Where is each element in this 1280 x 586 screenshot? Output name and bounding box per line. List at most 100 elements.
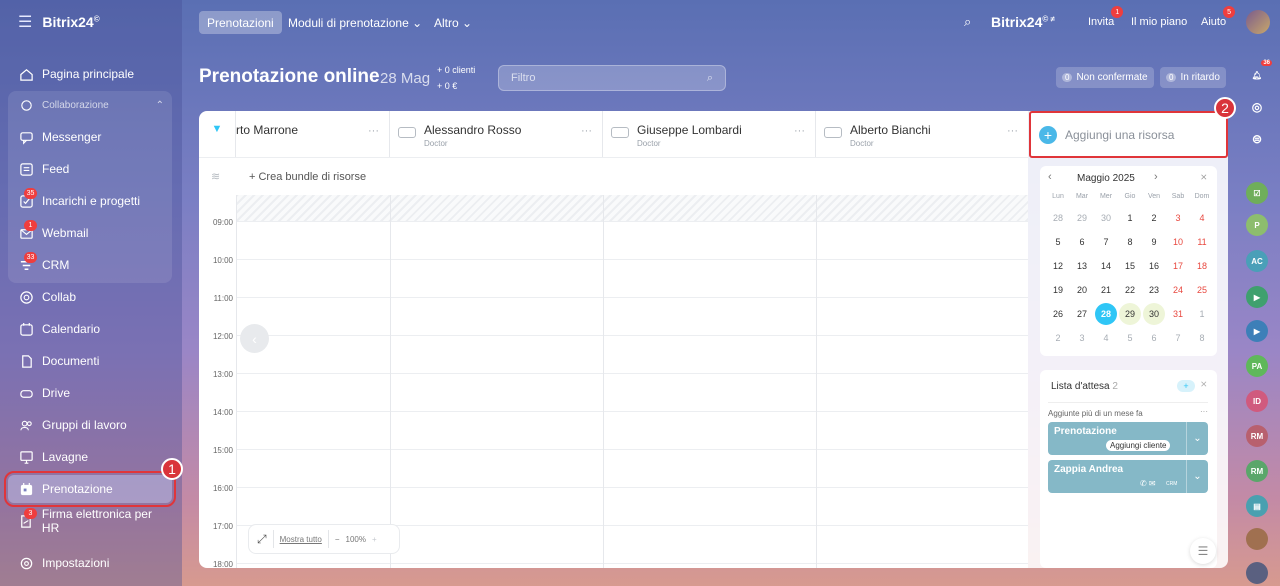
prev-month-button[interactable]: ‹ (1048, 171, 1052, 183)
calendar-day[interactable]: 5 (1119, 327, 1141, 349)
calendar-day[interactable]: 4 (1191, 207, 1213, 229)
logo[interactable]: ☰ Bitrix24© (18, 12, 100, 32)
calendar-day[interactable]: 25 (1191, 279, 1213, 301)
add-resource-button[interactable]: + Aggiungi una risorsa (1029, 111, 1228, 158)
more-icon[interactable]: ··· (368, 125, 379, 137)
more-icon[interactable]: ··· (1200, 407, 1208, 416)
bell-icon[interactable]: 🔔︎ 36 (1246, 60, 1272, 86)
calendar-day[interactable]: 23 (1143, 279, 1165, 301)
sidebar-item-messenger[interactable]: Messenger (8, 123, 172, 151)
chevron-down-icon[interactable]: ⌄ (1186, 460, 1208, 493)
calendar-day[interactable]: 11 (1191, 231, 1213, 253)
calendar-day[interactable]: 2 (1143, 207, 1165, 229)
sidebar-item-firma-elettronica-per-hr[interactable]: 3 Firma elettronica per HR (8, 507, 172, 535)
avatar[interactable] (1246, 562, 1268, 584)
calendar-day[interactable]: 12 (1047, 255, 1069, 277)
calendar-day[interactable]: 20 (1071, 279, 1093, 301)
more-icon[interactable]: ··· (581, 125, 592, 137)
video-icon[interactable]: ▶ (1246, 320, 1268, 342)
expand-icon[interactable]: ⤢ (257, 532, 267, 547)
calendar-day[interactable]: 8 (1119, 231, 1141, 253)
calendar-day[interactable]: 28 (1095, 303, 1117, 325)
avatar[interactable]: P (1246, 214, 1268, 236)
tab-prenotazioni[interactable]: Prenotazioni (199, 11, 282, 34)
calendar-day[interactable]: 31 (1167, 303, 1189, 325)
calendar-day[interactable]: 19 (1047, 279, 1069, 301)
show-all-button[interactable]: Mostra tutto (280, 535, 322, 544)
tab-altro[interactable]: Altro ⌄ (426, 11, 480, 34)
sidebar-item-documenti[interactable]: Documenti (8, 347, 172, 375)
sidebar-item-drive[interactable]: Drive (8, 379, 172, 407)
create-bundle-button[interactable]: + Crea bundle di risorse (249, 171, 366, 183)
sidebar-item-webmail[interactable]: 1 Webmail (8, 219, 172, 247)
calendar-day[interactable]: 16 (1143, 255, 1165, 277)
avatar[interactable]: AC (1246, 250, 1268, 272)
crm-link[interactable]: CRM (1166, 481, 1177, 487)
avatar[interactable]: RM (1246, 425, 1268, 447)
chevron-down-icon[interactable]: ⌄ (1186, 422, 1208, 455)
phone-icon[interactable]: ✆ ✉ (1140, 479, 1156, 488)
calendar-day[interactable]: 5 (1047, 231, 1069, 253)
calendar-day[interactable]: 14 (1095, 255, 1117, 277)
calendar-day[interactable]: 15 (1119, 255, 1141, 277)
calendar-day[interactable]: 29 (1071, 207, 1093, 229)
prev-arrow-button[interactable]: ‹ (240, 324, 269, 353)
resource-column[interactable]: Giuseppe Lombardi Doctor ··· (603, 111, 816, 157)
filter-input[interactable]: Filtro ⌕ (498, 65, 726, 91)
invite-button[interactable]: Invita 1 (1082, 6, 1124, 33)
calendar-day[interactable]: 1 (1119, 207, 1141, 229)
calendar-day[interactable]: 29 (1119, 303, 1141, 325)
menu-icon[interactable]: ☰ (18, 12, 32, 32)
calendar-day[interactable]: 9 (1143, 231, 1165, 253)
chevron-up-icon[interactable]: ⌃ (156, 100, 164, 111)
calendar-day[interactable]: 7 (1095, 231, 1117, 253)
sidebar-item-lavagne[interactable]: Lavagne (8, 443, 172, 471)
calendar-day[interactable]: 27 (1071, 303, 1093, 325)
calendar-day[interactable]: 13 (1071, 255, 1093, 277)
chat-icon[interactable]: ⊜ (1246, 128, 1268, 150)
waitlist-card[interactable]: Prenotazione Aggiungi cliente ⌄ (1048, 422, 1208, 455)
avatar[interactable]: PA (1246, 355, 1268, 377)
waitlist-card[interactable]: Zappia Andrea ✆ ✉ CRM ⌄ (1048, 460, 1208, 493)
avatar[interactable] (1246, 528, 1268, 550)
sidebar-item-collaborazione[interactable]: Collaborazione ⌃ (8, 91, 172, 119)
list-menu-icon[interactable]: ☰ (1190, 538, 1216, 564)
sidebar-item-crm[interactable]: 33 CRM (8, 251, 172, 279)
chat-icon[interactable]: ▤ (1246, 495, 1268, 517)
collapse-icon[interactable]: ⨯ (1200, 379, 1208, 390)
calendar-day[interactable]: 2 (1047, 327, 1069, 349)
add-client-button[interactable]: Aggiungi cliente (1106, 440, 1171, 451)
add-waitlist-button[interactable]: + (1177, 380, 1195, 392)
funnel-icon[interactable]: ▼ (212, 123, 223, 135)
calendar-day[interactable]: 3 (1167, 207, 1189, 229)
calendar-day[interactable]: 24 (1167, 279, 1189, 301)
calendar-day[interactable]: 6 (1071, 231, 1093, 253)
calendar-day[interactable]: 18 (1191, 255, 1213, 277)
avatar[interactable]: ID (1246, 390, 1268, 412)
zoom-in-button[interactable]: + (372, 535, 377, 544)
calendar-day[interactable]: 28 (1047, 207, 1069, 229)
calendar-day[interactable]: 30 (1095, 207, 1117, 229)
late-button[interactable]: 0 In ritardo (1160, 67, 1226, 88)
more-icon[interactable]: ··· (794, 125, 805, 137)
user-avatar[interactable] (1246, 10, 1270, 34)
sidebar-item-prenotazione[interactable]: Prenotazione (4, 471, 176, 507)
sidebar-item-gruppi-di-lavoro[interactable]: Gruppi di lavoro (8, 411, 172, 439)
target-icon[interactable]: ◎ (1246, 96, 1268, 118)
calendar-day[interactable]: 1 (1191, 303, 1213, 325)
calendar-day[interactable]: 21 (1095, 279, 1117, 301)
video-icon[interactable]: ▶ (1246, 286, 1268, 308)
sidebar-item-pagina-principale[interactable]: Pagina principale (8, 60, 172, 88)
sidebar-item-collab[interactable]: Collab (8, 283, 172, 311)
calendar-day[interactable]: 4 (1095, 327, 1117, 349)
sidebar-item-impostazioni[interactable]: Impostazioni (8, 549, 172, 577)
unconfirmed-button[interactable]: 0 Non confermate (1056, 67, 1154, 88)
more-icon[interactable]: ··· (1007, 125, 1018, 137)
resource-column[interactable]: Alberto Bianchi Doctor ··· (816, 111, 1028, 157)
page-date[interactable]: 28 Mag (380, 70, 430, 87)
help-button[interactable]: Aiuto 5 (1195, 6, 1236, 33)
collapse-icon[interactable]: ⨯ (1200, 172, 1208, 183)
task-icon[interactable]: ☑ (1246, 182, 1268, 204)
calendar-day[interactable]: 7 (1167, 327, 1189, 349)
plan-button[interactable]: Il mio piano (1125, 11, 1193, 33)
